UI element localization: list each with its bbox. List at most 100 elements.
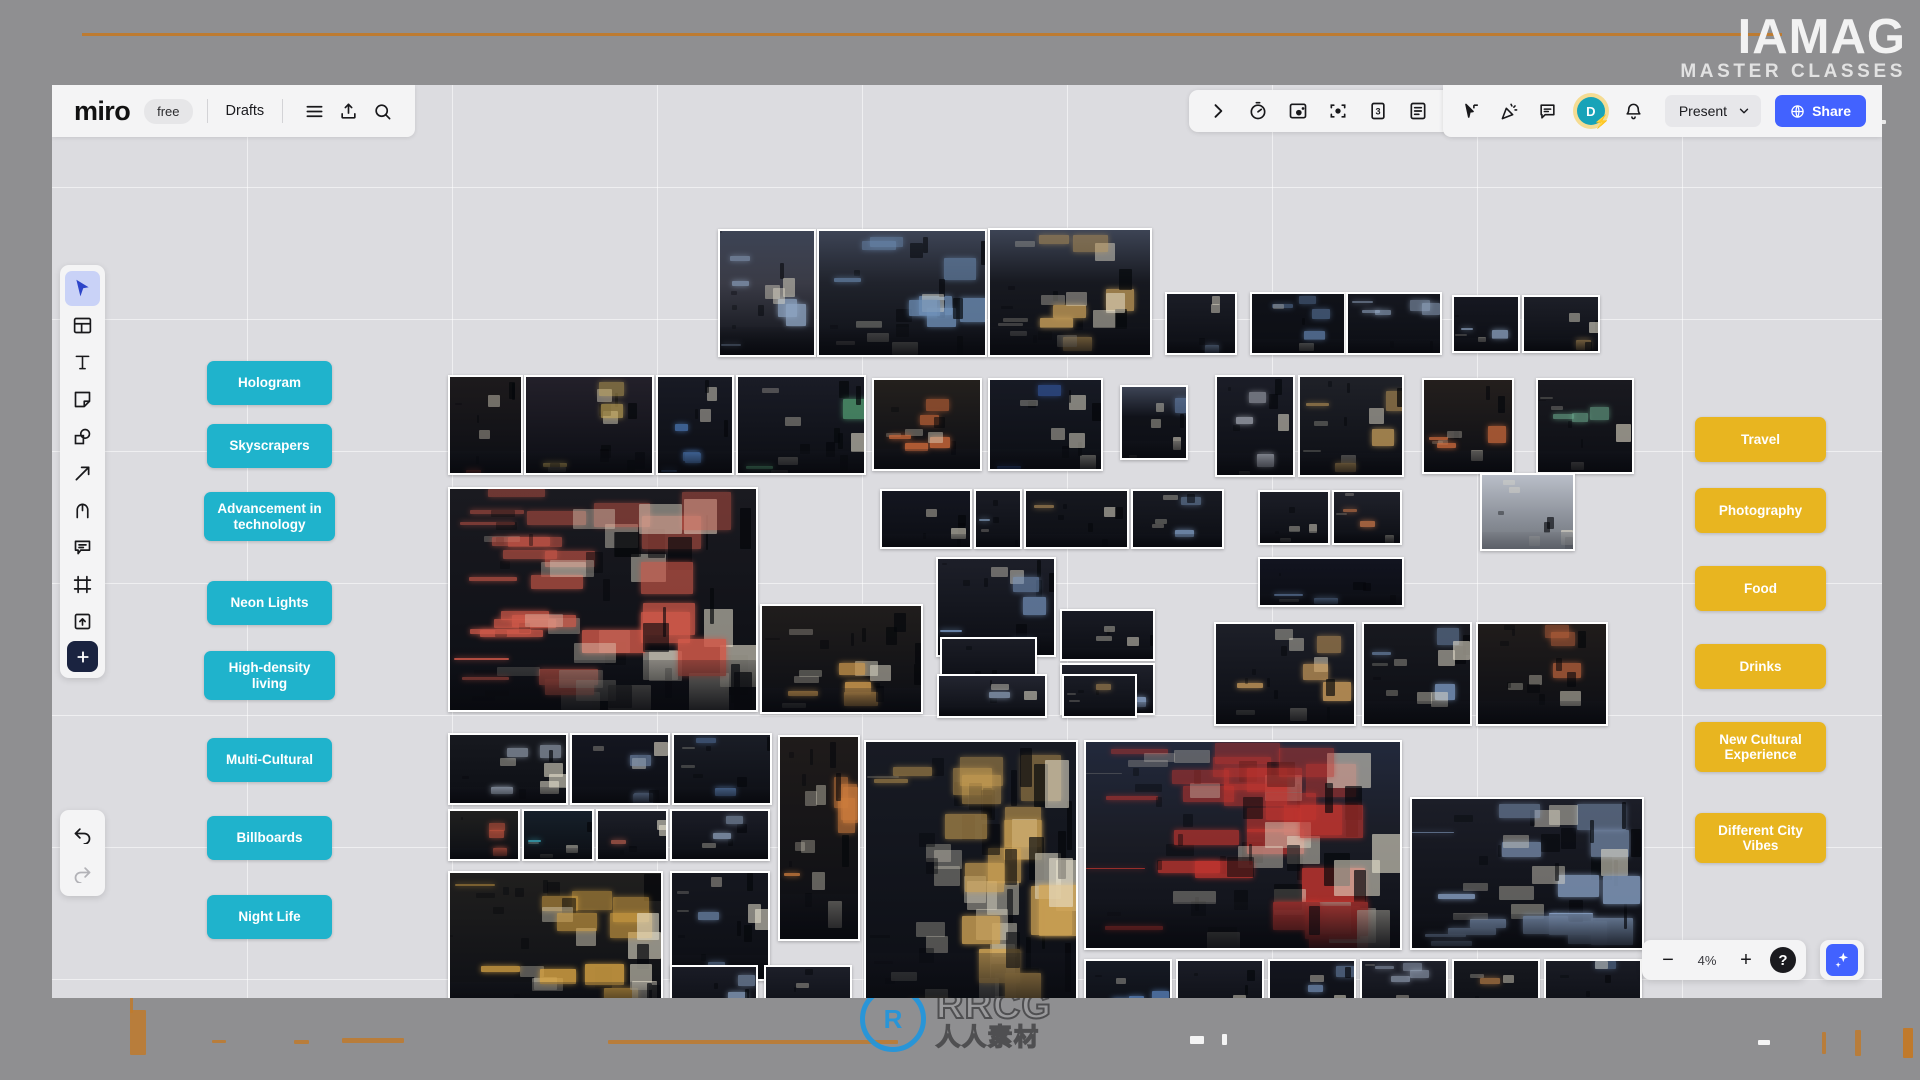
board-photo[interactable] [974, 489, 1022, 549]
board-photo[interactable] [670, 965, 758, 998]
board-photo[interactable] [880, 489, 972, 549]
board-photo[interactable] [864, 740, 1078, 998]
sticky-tag-right-0[interactable]: Travel [1695, 417, 1826, 462]
shapes-tool[interactable] [65, 419, 100, 454]
share-button[interactable]: Share [1775, 95, 1866, 127]
board-photo[interactable] [988, 378, 1103, 471]
board-photo[interactable] [1422, 378, 1514, 474]
sticky-tag-left-4[interactable]: High-density living [204, 651, 335, 700]
zoom-out-button[interactable]: − [1652, 944, 1684, 976]
hamburger-menu-icon[interactable] [297, 94, 331, 128]
sticky-tag-right-5[interactable]: Different City Vibes [1695, 813, 1826, 863]
user-avatar[interactable]: D ⚡ [1576, 97, 1610, 129]
board-photo[interactable] [1084, 959, 1172, 998]
zoom-in-button[interactable]: + [1730, 944, 1762, 976]
celebration-icon[interactable] [1493, 94, 1527, 128]
cursor-flag-icon[interactable] [1455, 94, 1489, 128]
board-photo[interactable] [1024, 489, 1129, 549]
board-photo[interactable] [524, 375, 654, 475]
board-photo[interactable] [448, 871, 663, 998]
text-tool[interactable] [65, 345, 100, 380]
board-photo[interactable] [988, 228, 1152, 357]
board-photo[interactable] [1536, 378, 1634, 474]
voting-card-icon[interactable]: 3 [1361, 94, 1395, 128]
redo-button[interactable] [65, 855, 100, 890]
board-photo[interactable] [1258, 490, 1330, 545]
board-photo[interactable] [1165, 292, 1237, 355]
board-photo[interactable] [760, 604, 923, 714]
timer-icon[interactable] [1241, 94, 1275, 128]
board-photo[interactable] [1084, 740, 1402, 950]
board-photo[interactable] [1452, 959, 1540, 998]
board-photo[interactable] [1410, 797, 1644, 950]
board-photo[interactable] [670, 809, 770, 861]
search-icon[interactable] [365, 94, 399, 128]
board-photo[interactable] [718, 229, 816, 357]
board-photo[interactable] [817, 229, 987, 357]
upload-icon[interactable] [331, 94, 365, 128]
present-button[interactable]: Present [1664, 95, 1762, 127]
board-photo[interactable] [448, 733, 568, 805]
board-photo[interactable] [736, 375, 866, 475]
board-photo[interactable] [522, 809, 594, 861]
sticky-tag-right-3[interactable]: Drinks [1695, 644, 1826, 689]
notes-list-icon[interactable] [1401, 94, 1435, 128]
board-photo[interactable] [778, 735, 860, 941]
expand-chevron-right-icon[interactable] [1201, 94, 1235, 128]
pen-tool[interactable] [65, 493, 100, 528]
more-apps-tool[interactable] [67, 641, 98, 672]
sticky-tag-left-2[interactable]: Advancement in technology [204, 492, 335, 541]
drafts-breadcrumb[interactable]: Drafts [222, 103, 269, 119]
connection-line-tool[interactable] [65, 456, 100, 491]
plan-badge[interactable]: free [144, 98, 193, 124]
sticky-tag-right-2[interactable]: Food [1695, 566, 1826, 611]
board-photo[interactable] [1060, 609, 1155, 661]
select-cursor-tool[interactable] [65, 271, 100, 306]
sticky-tag-left-1[interactable]: Skyscrapers [207, 424, 332, 468]
templates-tool[interactable] [65, 308, 100, 343]
frame-dot-icon[interactable] [1281, 94, 1315, 128]
board-photo[interactable] [596, 809, 668, 861]
board-photo[interactable] [1452, 295, 1520, 353]
notifications-bell-icon[interactable] [1617, 94, 1651, 128]
board-photo[interactable] [448, 809, 520, 861]
board-photo[interactable] [1544, 959, 1642, 998]
board-photo[interactable] [1268, 959, 1356, 998]
board-photo[interactable] [1362, 622, 1472, 726]
upload-media-tool[interactable] [65, 604, 100, 639]
board-photo[interactable] [1250, 292, 1346, 355]
ai-assistant-button[interactable] [1820, 940, 1864, 980]
board-photo[interactable] [448, 375, 523, 475]
board-canvas[interactable]: Hologram Skyscrapers Advancement in techno… [52, 85, 1882, 998]
board-photo[interactable] [448, 487, 758, 712]
sticky-tag-right-1[interactable]: Photography [1695, 488, 1826, 533]
zoom-level-label[interactable]: 4% [1688, 953, 1726, 968]
board-photo[interactable] [672, 733, 772, 805]
board-photo[interactable] [1480, 473, 1575, 551]
comments-icon[interactable] [1531, 94, 1565, 128]
board-photo[interactable] [1298, 375, 1404, 477]
board-photo[interactable] [1214, 622, 1356, 726]
board-photo[interactable] [1476, 622, 1608, 726]
board-photo[interactable] [1346, 292, 1442, 355]
sticky-tag-left-7[interactable]: Night Life [207, 895, 332, 939]
board-photo[interactable] [937, 674, 1047, 718]
board-photo[interactable] [570, 733, 670, 805]
sticky-tag-left-6[interactable]: Billboards [207, 816, 332, 860]
frame-tool[interactable] [65, 567, 100, 602]
board-photo[interactable] [656, 375, 734, 475]
board-photo[interactable] [1360, 959, 1448, 998]
board-photo[interactable] [1131, 489, 1224, 549]
board-photo[interactable] [1522, 295, 1600, 353]
board-photo[interactable] [1062, 674, 1137, 718]
undo-button[interactable] [65, 816, 100, 851]
miro-logo[interactable]: miro [74, 96, 131, 127]
board-photo[interactable] [1215, 375, 1295, 477]
board-photo[interactable] [872, 378, 982, 471]
board-photo[interactable] [764, 965, 852, 998]
spotlight-focus-icon[interactable] [1321, 94, 1355, 128]
board-photo[interactable] [1332, 490, 1402, 545]
sticky-tag-right-4[interactable]: New Cultural Experience [1695, 722, 1826, 772]
sticky-tag-left-0[interactable]: Hologram [207, 361, 332, 405]
board-photo[interactable] [1258, 557, 1404, 607]
